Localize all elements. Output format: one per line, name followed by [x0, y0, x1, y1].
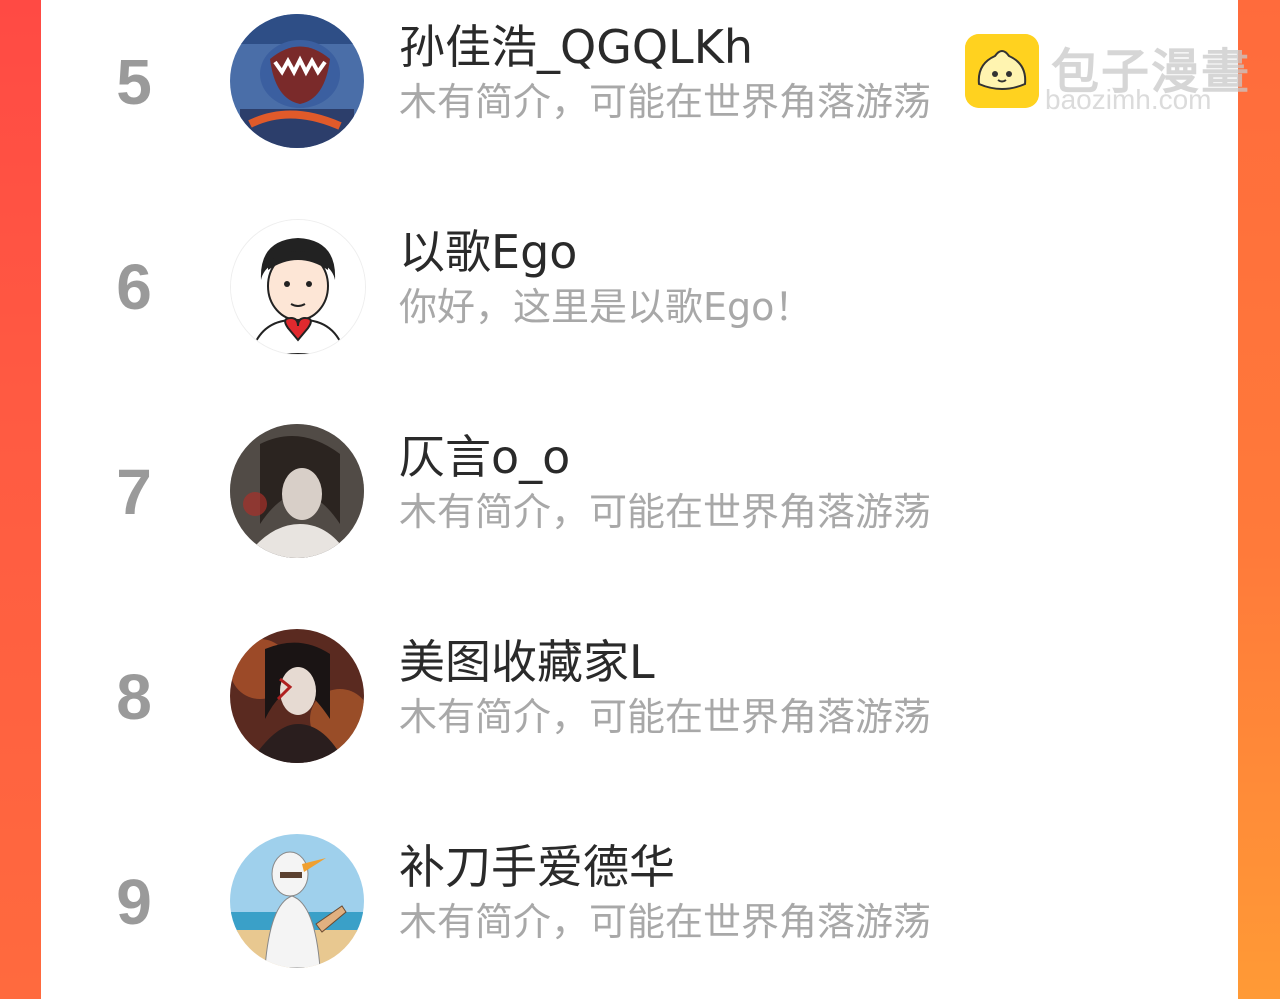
- user-name[interactable]: 孙佳浩_QGQLKh: [399, 22, 753, 73]
- site-watermark: 包子漫畫 baozimh.com: [965, 34, 1265, 115]
- rank-number: 8: [116, 661, 152, 733]
- user-bio: 木有简介，可能在世界角落游荡: [399, 695, 932, 739]
- rank-number: 6: [116, 251, 152, 323]
- rank-number: 7: [116, 456, 152, 528]
- ranking-row[interactable]: 8 美图收藏家L 木有简介，可能在世界角落游荡: [41, 615, 1238, 765]
- user-name[interactable]: 补刀手爱德华: [399, 842, 675, 893]
- illustrated-dark-portrait-avatar[interactable]: [230, 629, 364, 763]
- user-name[interactable]: 美图收藏家L: [399, 637, 655, 688]
- user-name[interactable]: 以歌Ego: [399, 227, 577, 278]
- right-accent-strip: [1238, 0, 1280, 999]
- user-bio: 木有简介，可能在世界角落游荡: [399, 80, 932, 124]
- watermark-url: baozimh.com: [1045, 84, 1212, 115]
- rank-number: 5: [116, 46, 152, 118]
- ranking-panel: 5 孙佳浩_QGQLKh 木有简介，可能在世界角落游荡 6 以歌Ego 你好，这…: [41, 0, 1238, 999]
- cartoon-bird-pointing-avatar[interactable]: [230, 834, 364, 968]
- user-bio: 木有简介，可能在世界角落游荡: [399, 900, 932, 944]
- bun-icon: [965, 34, 1039, 108]
- illustrated-portrait-avatar[interactable]: [230, 424, 364, 558]
- user-name[interactable]: 仄言o_o: [399, 432, 570, 483]
- rank-number: 9: [116, 866, 152, 938]
- ranking-row[interactable]: 6 以歌Ego 你好，这里是以歌Ego！: [41, 205, 1238, 355]
- user-bio: 你好，这里是以歌Ego！: [399, 285, 813, 329]
- user-bio: 木有简介，可能在世界角落游荡: [399, 490, 932, 534]
- ranking-row[interactable]: 7 仄言o_o 木有简介，可能在世界角落游荡: [41, 410, 1238, 560]
- cartoon-boy-heart-avatar[interactable]: [230, 219, 366, 355]
- ranking-row[interactable]: 9 补刀手爱德华 木有简介，可能在世界角落游荡: [41, 820, 1238, 970]
- cartoon-creature-avatar[interactable]: [230, 14, 364, 148]
